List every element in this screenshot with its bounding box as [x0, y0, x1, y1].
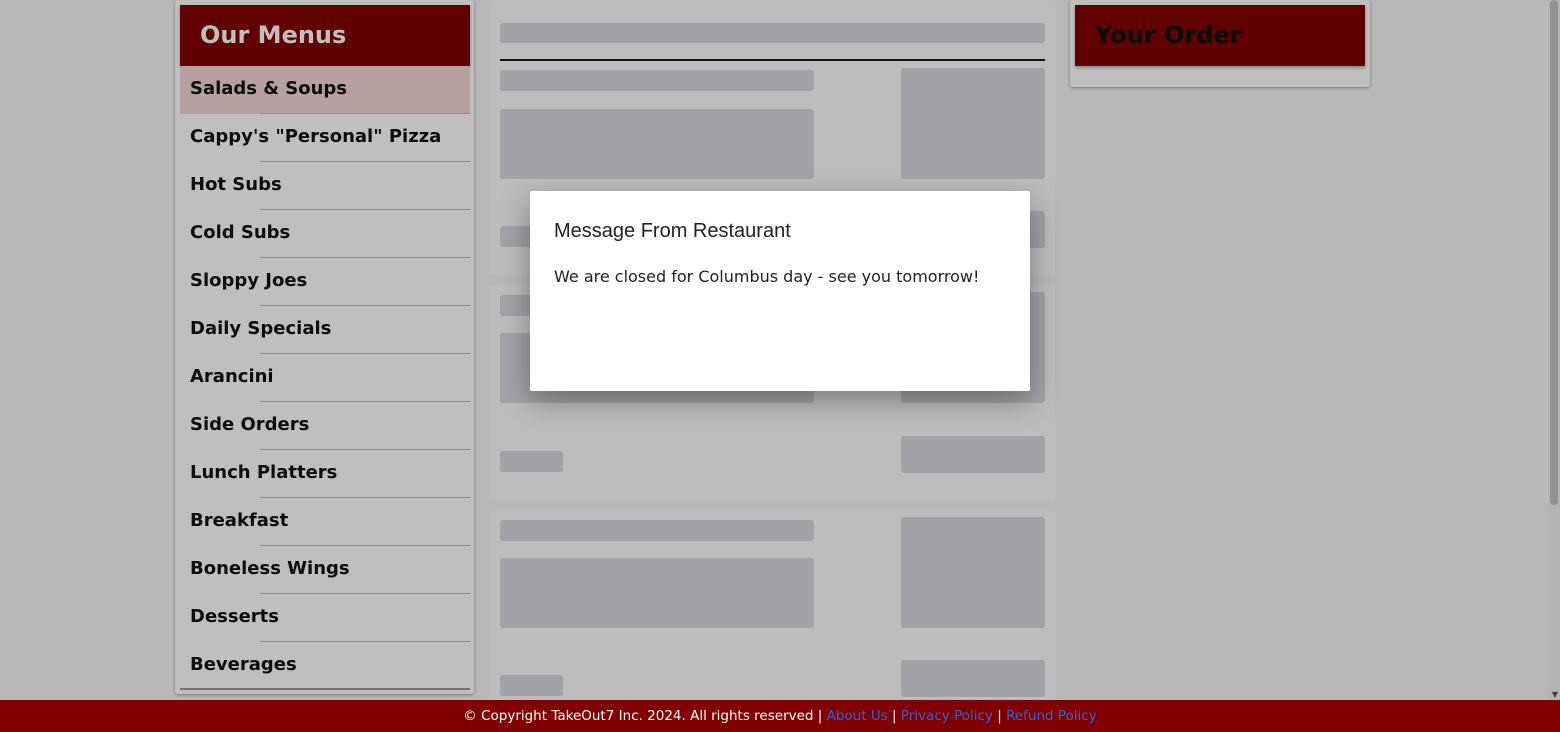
footer-separator: |: [997, 708, 1002, 724]
privacy-policy-link[interactable]: Privacy Policy: [901, 708, 993, 724]
about-us-link[interactable]: About Us: [827, 708, 888, 724]
footer: © Copyright TakeOut7 Inc. 2024. All righ…: [0, 700, 1560, 732]
restaurant-message-dialog: Message From Restaurant We are closed fo…: [530, 191, 1030, 391]
dialog-title: Message From Restaurant: [554, 220, 791, 242]
footer-separator: |: [892, 708, 897, 724]
refund-policy-link[interactable]: Refund Policy: [1006, 708, 1097, 724]
dialog-message: We are closed for Columbus day - see you…: [554, 267, 980, 286]
copyright-text: © Copyright TakeOut7 Inc. 2024. All righ…: [463, 708, 823, 724]
